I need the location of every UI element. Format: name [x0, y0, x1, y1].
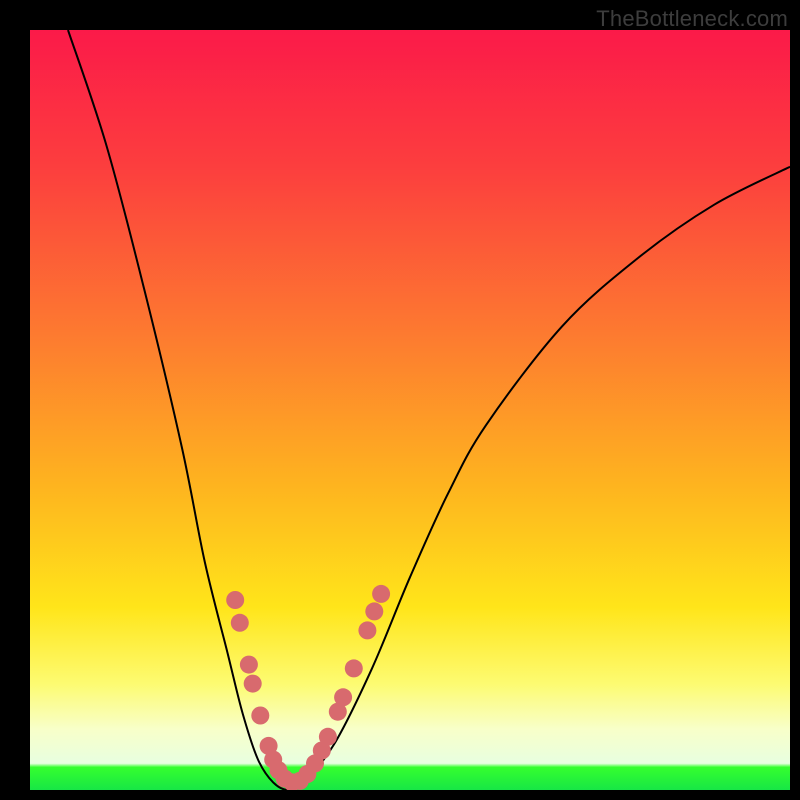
curve-dot — [319, 728, 337, 746]
plot-area — [30, 30, 790, 790]
curve-dot — [240, 656, 258, 674]
curve-dot — [244, 675, 262, 693]
curve-dot — [365, 602, 383, 620]
chart-frame: TheBottleneck.com — [0, 0, 800, 800]
curve-dot — [231, 614, 249, 632]
curve-layer — [30, 30, 790, 790]
curve-dot — [334, 688, 352, 706]
curve-dots — [226, 585, 390, 790]
curve-dot — [226, 591, 244, 609]
bottleneck-curve — [68, 30, 790, 790]
curve-dot — [345, 659, 363, 677]
curve-dot — [358, 621, 376, 639]
watermark-text: TheBottleneck.com — [596, 6, 788, 32]
curve-dot — [372, 585, 390, 603]
curve-dot — [251, 707, 269, 725]
